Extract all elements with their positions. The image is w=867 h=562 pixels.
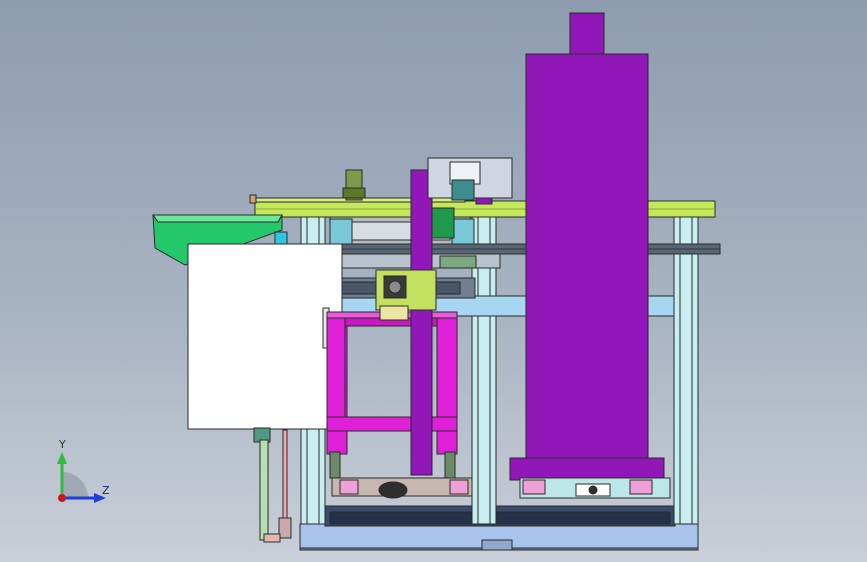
y-axis-arrow <box>57 452 67 464</box>
base-frame <box>299 505 699 551</box>
electric-cabinet <box>187 243 343 443</box>
z-axis-label: Z <box>102 484 110 497</box>
linear-slide <box>329 216 721 269</box>
origin-dot <box>58 494 66 502</box>
machine-assembly-model[interactable] <box>0 0 867 562</box>
magenta-stand <box>326 311 458 455</box>
cad-viewport[interactable]: Y Z <box>0 0 867 562</box>
axis-triad: Y Z <box>48 438 118 508</box>
triad-quarter-disk <box>62 472 88 498</box>
hanging-rods <box>259 429 292 543</box>
big-purple-column <box>509 12 665 481</box>
y-axis-label: Y <box>59 438 66 451</box>
